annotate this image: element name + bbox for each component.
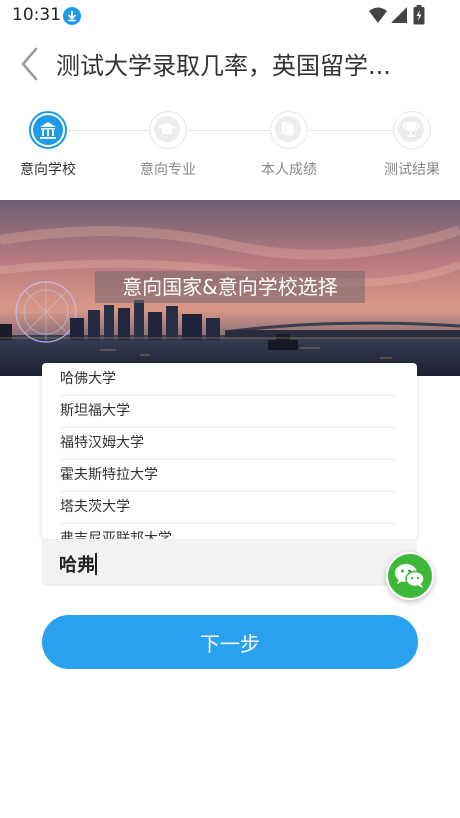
bank-icon: [29, 111, 67, 149]
battery-icon: [413, 5, 425, 29]
suggestion-item[interactable]: 斯坦福大学: [60, 395, 396, 428]
next-step-button[interactable]: 下一步: [42, 615, 418, 669]
trophy-icon: [393, 111, 431, 149]
banner-title: 意向国家&意向学校选择: [95, 271, 365, 303]
suggestion-dropdown: 哈佛大学 斯坦福大学 福特汉姆大学 霍夫斯特拉大学 塔夫茨大学 弗吉尼亚联邦大学: [42, 363, 417, 539]
suggestion-item[interactable]: 塔夫茨大学: [60, 491, 396, 524]
step-my-scores[interactable]: 本人成绩: [249, 108, 329, 179]
step-indicator: 意向学校 意向专业 本人成绩 测试结果: [0, 108, 460, 188]
step-target-school[interactable]: 意向学校: [8, 108, 88, 179]
back-button[interactable]: [16, 46, 44, 82]
suggestion-item[interactable]: 哈佛大学: [60, 363, 396, 396]
wifi-icon: [368, 6, 388, 28]
status-time: 10:31: [12, 5, 61, 25]
step-label: 测试结果: [384, 162, 440, 178]
search-input-value: 哈弗: [59, 555, 95, 576]
step-target-major[interactable]: 意向专业: [128, 108, 208, 179]
document-icon: [270, 111, 308, 149]
step-label: 本人成绩: [261, 162, 317, 178]
banner-image: 意向国家&意向学校选择: [0, 200, 460, 376]
suggestion-item[interactable]: 福特汉姆大学: [60, 427, 396, 460]
graduation-cap-icon: [149, 111, 187, 149]
status-bar: 10:31: [0, 0, 460, 32]
step-label: 意向专业: [140, 162, 196, 178]
suggestion-item[interactable]: 霍夫斯特拉大学: [60, 459, 396, 492]
text-cursor: [95, 553, 97, 575]
step-label: 意向学校: [20, 162, 76, 178]
page-title: 测试大学录取几率，英国留学...: [56, 52, 391, 80]
suggestion-item[interactable]: 弗吉尼亚联邦大学: [60, 523, 396, 539]
school-search-input[interactable]: 哈弗: [42, 539, 417, 586]
step-test-result[interactable]: 测试结果: [372, 108, 452, 179]
header: 测试大学录取几率，英国留学...: [0, 32, 460, 96]
signal-icon: [390, 6, 408, 28]
download-icon: [63, 7, 81, 25]
wechat-icon[interactable]: [386, 552, 434, 600]
